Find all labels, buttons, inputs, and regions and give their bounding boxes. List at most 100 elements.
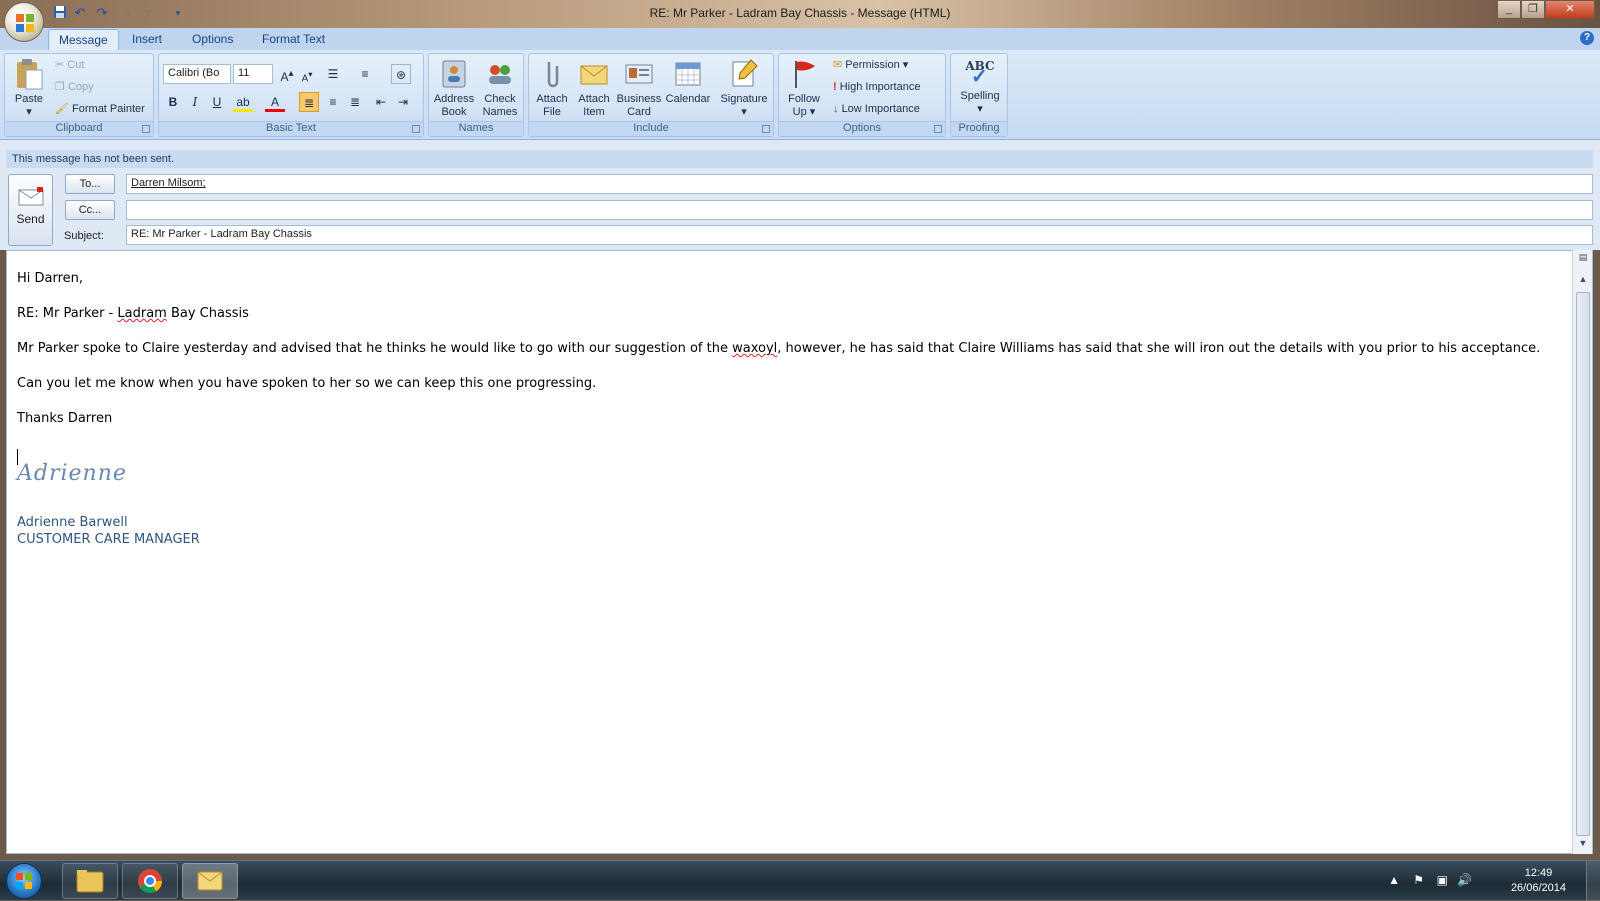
misspelled-word[interactable]: waxoyl (732, 341, 777, 356)
clock-date: 26/06/2014 (1510, 882, 1566, 894)
save-icon[interactable] (52, 5, 68, 21)
shrink-font-icon[interactable]: A▾ (297, 64, 317, 84)
check-names-button[interactable]: Check Names (477, 56, 523, 119)
start-button[interactable] (6, 863, 42, 899)
attach-file-button[interactable]: Attach File (531, 56, 573, 119)
exclamation-icon: ! (833, 81, 837, 93)
scroll-up-icon[interactable]: ▲ (1576, 274, 1590, 286)
font-color-icon[interactable]: A (265, 92, 285, 112)
spelling-button[interactable]: ABC ✓ Spelling ▾ (953, 56, 1007, 116)
font-name-value: Calibri (Bo (168, 67, 220, 79)
signature-title: CUSTOMER CARE MANAGER (17, 532, 200, 547)
ruler-toggle-icon[interactable]: ▤ (1576, 252, 1590, 264)
numbering-icon[interactable]: ≡ (355, 64, 375, 84)
window-title: RE: Mr Parker - Ladram Bay Chassis - Mes… (649, 6, 951, 20)
decrease-indent-icon[interactable]: ⇤ (371, 92, 391, 112)
previous-item-icon[interactable]: ▲ (120, 5, 136, 21)
tab-message[interactable]: Message (48, 29, 119, 50)
options-launcher-icon[interactable] (934, 125, 942, 133)
taskbar: ▲ ⚑ ▣ 🔊 12:49 26/06/2014 (0, 860, 1600, 901)
permission-icon: ✉ (833, 59, 843, 71)
check-names-label: Check Names (482, 93, 518, 118)
clipboard-launcher-icon[interactable] (142, 125, 150, 133)
signature-button[interactable]: Signature ▾ (715, 56, 773, 119)
copy-label: Copy (67, 81, 94, 93)
font-name-combo[interactable]: Calibri (Bo (163, 64, 231, 84)
align-left-icon[interactable]: ≣ (299, 92, 319, 112)
underline-icon[interactable]: U (207, 92, 227, 112)
paragraph-1-start: Mr Parker spoke to Claire yesterday and … (17, 341, 733, 356)
next-item-icon[interactable]: ▼ (140, 5, 156, 21)
to-field[interactable]: Darren Milsom; (126, 174, 1593, 194)
follow-up-label: Follow Up (788, 93, 820, 118)
options-label: Options (779, 121, 945, 136)
copy-button[interactable]: ❐ Copy (55, 78, 94, 96)
tab-format-text[interactable]: Format Text (252, 29, 335, 50)
misspelled-word[interactable]: Ladram (117, 306, 166, 321)
volume-icon[interactable]: 🔊 (1457, 873, 1472, 887)
undo-icon[interactable]: ↶ (72, 5, 88, 21)
italic-icon[interactable]: I (185, 92, 205, 112)
low-importance-button[interactable]: ↓ Low Importance (833, 100, 920, 118)
cc-button[interactable]: Cc... (65, 200, 115, 220)
permission-button[interactable]: ✉ Permission ▾ (833, 56, 908, 74)
names-label: Names (429, 121, 523, 136)
follow-up-button[interactable]: Follow Up ▾ (781, 56, 827, 119)
address-book-button[interactable]: Address Book (431, 56, 477, 119)
close-button[interactable]: ✕ (1545, 1, 1595, 19)
outlook-taskbar-button[interactable] (182, 863, 238, 899)
info-bar: This message has not been sent. (6, 150, 1593, 168)
cut-label: Cut (67, 59, 85, 71)
show-desktop-button[interactable] (1586, 861, 1600, 901)
font-size-combo[interactable]: 11 (233, 64, 273, 84)
styles-icon[interactable]: ⊛ (391, 64, 411, 84)
align-center-icon[interactable]: ≡ (323, 92, 343, 112)
customize-qat-icon[interactable]: ▾ (170, 5, 186, 21)
high-importance-button[interactable]: ! High Importance (833, 78, 920, 96)
minimize-button[interactable]: _ (1497, 1, 1521, 19)
vertical-scrollbar[interactable]: ▤ ▲ ▼ (1572, 250, 1592, 854)
paste-label: Paste (14, 93, 44, 105)
basic-text-launcher-icon[interactable] (412, 125, 420, 133)
system-clock[interactable]: 12:49 26/06/2014 (1511, 866, 1566, 896)
spelling-icon: ABC ✓ (965, 59, 995, 88)
office-logo-icon (16, 14, 34, 32)
send-button[interactable]: Send (8, 174, 53, 246)
tab-insert[interactable]: Insert (122, 29, 172, 50)
ribbon: Paste ▾ ✂ Cut ❐ Copy 🖌 Format Painter Cli… (0, 50, 1600, 140)
help-icon[interactable]: ? (1580, 31, 1594, 45)
scroll-thumb[interactable] (1576, 292, 1590, 836)
subject-value: RE: Mr Parker - Ladram Bay Chassis (131, 228, 312, 240)
to-button[interactable]: To... (65, 174, 115, 194)
include-launcher-icon[interactable] (762, 125, 770, 133)
tab-options[interactable]: Options (182, 29, 243, 50)
network-icon[interactable]: ▣ (1437, 873, 1448, 887)
proofing-label: Proofing (951, 121, 1007, 136)
increase-indent-icon[interactable]: ⇥ (393, 92, 413, 112)
chrome-taskbar-button[interactable] (122, 863, 178, 899)
calendar-button[interactable]: Calendar (663, 56, 713, 106)
bold-icon[interactable]: B (163, 92, 183, 112)
show-hidden-icons-icon[interactable]: ▲ (1388, 873, 1400, 887)
align-right-icon[interactable]: ≣ (345, 92, 365, 112)
message-body[interactable]: Hi Darren, RE: Mr Parker - Ladram Bay Ch… (6, 250, 1593, 854)
format-painter-button[interactable]: 🖌 Format Painter (55, 100, 145, 118)
redo-icon[interactable]: ↷ (94, 5, 110, 21)
paste-button[interactable]: Paste ▾ (9, 56, 49, 119)
business-card-button[interactable]: Business Card (615, 56, 663, 119)
attach-item-button[interactable]: Attach Item (573, 56, 615, 119)
bullets-icon[interactable]: ☰ (323, 64, 343, 84)
cc-field[interactable] (126, 200, 1593, 220)
maximize-button[interactable]: ❐ (1521, 1, 1545, 19)
explorer-taskbar-button[interactable] (62, 863, 118, 899)
to-recipient[interactable]: Darren Milsom; (131, 177, 206, 189)
scroll-down-icon[interactable]: ▼ (1576, 838, 1590, 850)
action-center-flag-icon[interactable]: ⚑ (1413, 873, 1424, 887)
cut-button[interactable]: ✂ Cut (55, 56, 84, 74)
subject-field[interactable]: RE: Mr Parker - Ladram Bay Chassis (126, 225, 1593, 245)
office-button[interactable] (4, 2, 44, 42)
paragraph-2: Can you let me know when you have spoken… (17, 376, 597, 391)
grow-font-icon[interactable]: A▴ (277, 64, 297, 84)
highlight-icon[interactable]: ab (233, 92, 253, 112)
names-group: Address Book Check Names Names (428, 53, 524, 137)
